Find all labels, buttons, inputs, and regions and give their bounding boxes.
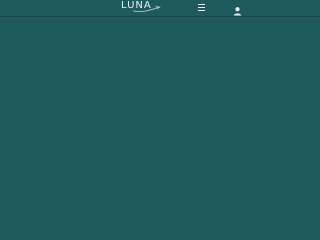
- brand-logo[interactable]: LUNA: [121, 0, 161, 14]
- hamburger-menu-icon: [196, 4, 206, 11]
- app-window: LUNA: [0, 0, 320, 240]
- main-content-area: [0, 17, 320, 240]
- user-account-button[interactable]: [232, 2, 243, 16]
- logo-swoosh-icon: [132, 5, 161, 12]
- top-navigation-bar: LUNA: [0, 0, 320, 17]
- hamburger-menu-button[interactable]: [196, 3, 206, 13]
- user-icon: [233, 7, 242, 16]
